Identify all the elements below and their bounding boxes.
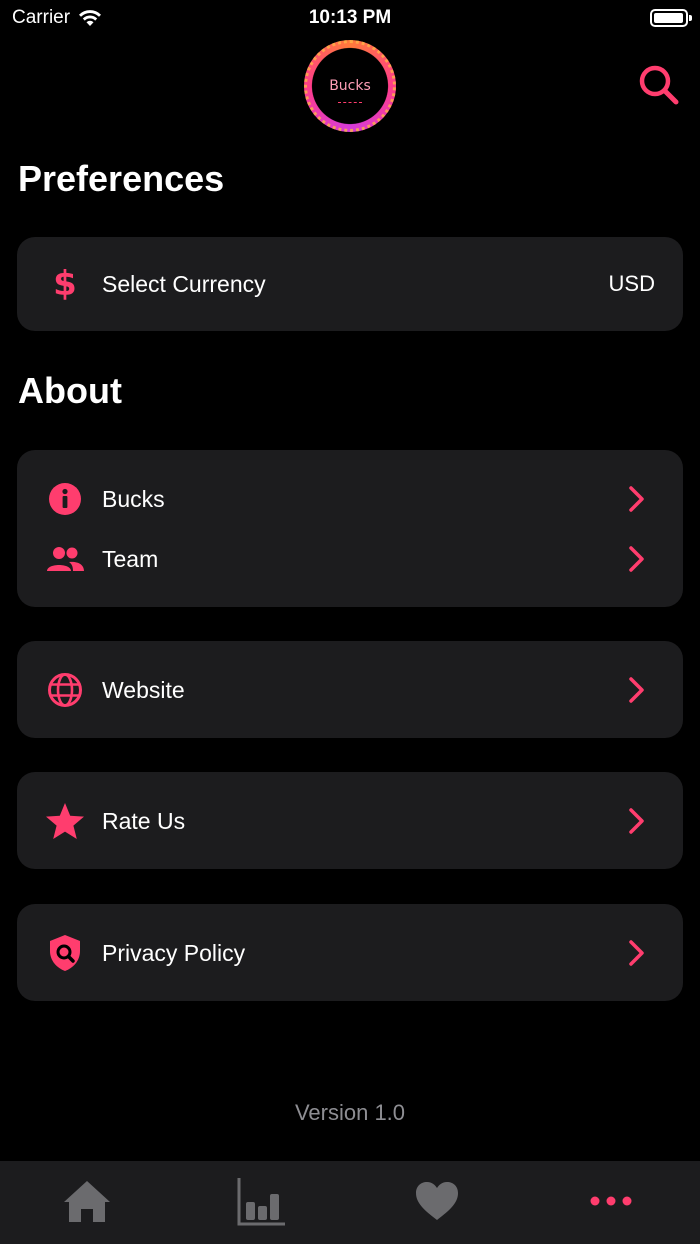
- website-label: Website: [102, 676, 185, 703]
- home-icon: [64, 1181, 110, 1222]
- info-icon: [45, 479, 85, 519]
- team-icon: [45, 539, 85, 579]
- tab-more[interactable]: [581, 1175, 641, 1227]
- chart-icon: [237, 1178, 285, 1226]
- about-card: Bucks Team: [17, 450, 683, 607]
- globe-icon: [45, 670, 85, 710]
- about-team-label: Team: [102, 545, 159, 572]
- chevron-right-icon: [629, 808, 644, 834]
- logo-wave: [338, 102, 362, 108]
- privacy-policy-row[interactable]: Privacy Policy: [17, 925, 683, 981]
- rate-us-label: Rate Us: [102, 807, 186, 834]
- chevron-right-icon: [629, 940, 644, 966]
- more-icon: [590, 1196, 632, 1206]
- tab-favorites[interactable]: [407, 1175, 467, 1227]
- chevron-right-icon: [629, 677, 644, 703]
- preferences-title: Preferences: [18, 158, 225, 199]
- heart-icon: [416, 1182, 458, 1220]
- website-card: Website: [17, 641, 683, 738]
- select-currency-row[interactable]: $ Select Currency USD: [17, 256, 683, 312]
- search-icon: [639, 65, 679, 105]
- privacy-policy-label: Privacy Policy: [102, 939, 246, 966]
- tab-home[interactable]: [57, 1175, 117, 1227]
- clock: 10:13 PM: [308, 7, 392, 28]
- chevron-right-icon: [629, 546, 644, 572]
- battery-icon: [650, 9, 692, 27]
- status-bar: Carrier 10:13 PM: [0, 0, 700, 36]
- tab-stats[interactable]: [231, 1175, 291, 1227]
- logo-text: Bucks: [329, 78, 371, 94]
- currency-value: USD: [608, 271, 655, 296]
- dollar-icon: $: [53, 264, 77, 304]
- star-icon: [45, 801, 85, 841]
- website-row[interactable]: Website: [17, 662, 683, 718]
- about-team-row[interactable]: Team: [17, 531, 683, 587]
- rate-us-row[interactable]: Rate Us: [17, 793, 683, 849]
- about-bucks-label: Bucks: [102, 485, 165, 512]
- preferences-card: $ Select Currency USD: [17, 237, 683, 331]
- version-label: Version 1.0: [294, 1100, 406, 1125]
- tab-bar: [0, 1161, 700, 1244]
- privacy-card: Privacy Policy: [17, 904, 683, 1001]
- about-bucks-row[interactable]: Bucks: [17, 471, 683, 527]
- search-button[interactable]: [636, 62, 680, 106]
- chevron-right-icon: [629, 486, 644, 512]
- select-currency-label: Select Currency: [102, 270, 266, 297]
- shield-icon: [45, 933, 85, 973]
- rate-card: Rate Us: [17, 772, 683, 869]
- about-title: About: [18, 370, 122, 411]
- app-logo: Bucks: [304, 40, 396, 132]
